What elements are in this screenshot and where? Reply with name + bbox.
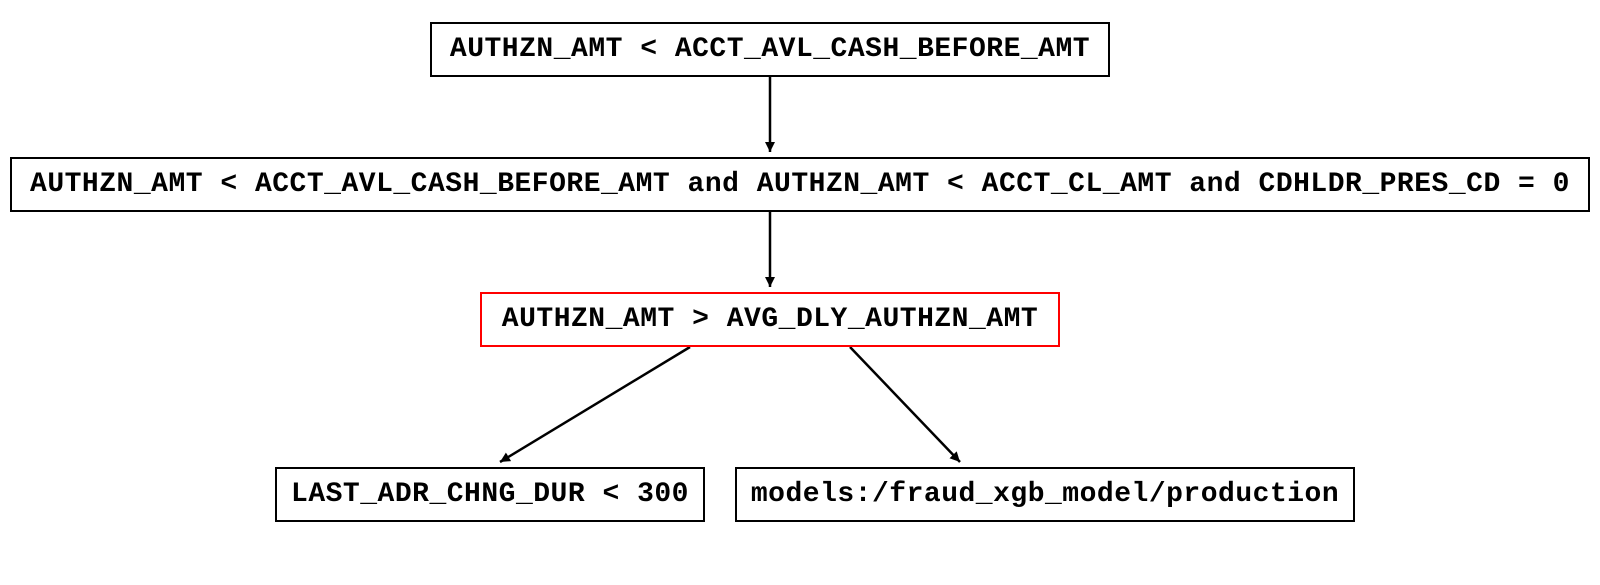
- node-leaf-left-label: LAST_ADR_CHNG_DUR < 300: [291, 479, 689, 510]
- decision-tree-diagram: AUTHZN_AMT < ACCT_AVL_CASH_BEFORE_AMT AU…: [0, 0, 1600, 585]
- node-rule3-highlighted: AUTHZN_AMT > AVG_DLY_AUTHZN_AMT: [480, 292, 1060, 347]
- edge-rule3-to-leafL: [500, 347, 690, 462]
- node-root: AUTHZN_AMT < ACCT_AVL_CASH_BEFORE_AMT: [430, 22, 1110, 77]
- node-rule2: AUTHZN_AMT < ACCT_AVL_CASH_BEFORE_AMT an…: [10, 157, 1590, 212]
- node-rule3-label: AUTHZN_AMT > AVG_DLY_AUTHZN_AMT: [502, 304, 1038, 335]
- node-leaf-right-label: models:/fraud_xgb_model/production: [751, 479, 1339, 510]
- node-leaf-left: LAST_ADR_CHNG_DUR < 300: [275, 467, 705, 522]
- node-rule2-label: AUTHZN_AMT < ACCT_AVL_CASH_BEFORE_AMT an…: [30, 169, 1570, 200]
- node-root-label: AUTHZN_AMT < ACCT_AVL_CASH_BEFORE_AMT: [450, 34, 1090, 65]
- node-leaf-right: models:/fraud_xgb_model/production: [735, 467, 1355, 522]
- edge-rule3-to-leafR: [850, 347, 960, 462]
